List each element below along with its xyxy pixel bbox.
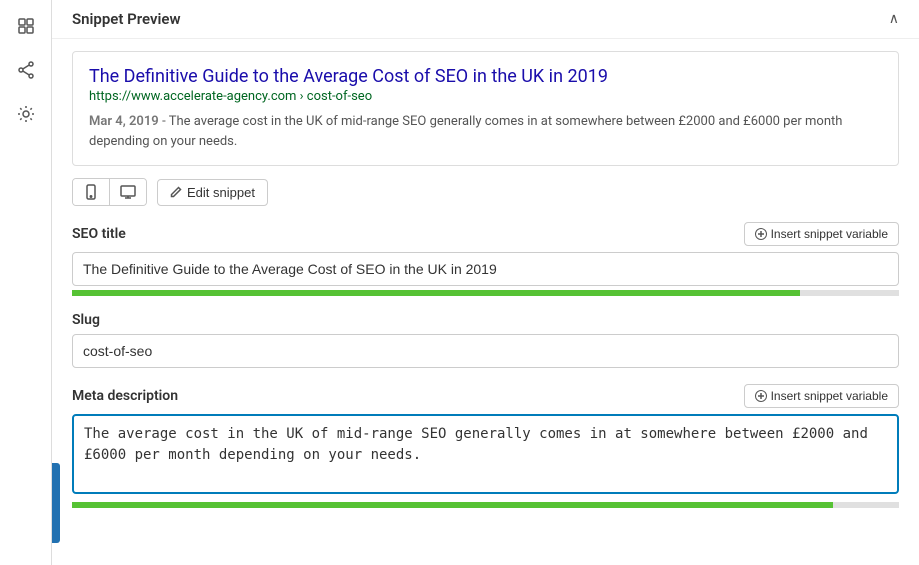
page-title: Snippet Preview — [72, 10, 181, 28]
seo-title-input[interactable] — [72, 252, 899, 286]
sidebar — [0, 0, 52, 565]
meta-active-indicator — [52, 463, 60, 543]
meta-description-label: Meta description — [72, 388, 178, 404]
slug-section: Slug — [52, 312, 919, 384]
preview-date: Mar 4, 2019 — [89, 114, 159, 129]
device-toggle — [72, 178, 147, 206]
seo-title-label: SEO title — [72, 226, 126, 242]
meta-description-input[interactable]: The average cost in the UK of mid-range … — [72, 414, 899, 494]
preview-title[interactable]: The Definitive Guide to the Average Cost… — [89, 66, 882, 87]
snippet-preview-card: The Definitive Guide to the Average Cost… — [72, 51, 899, 166]
edit-snippet-button[interactable]: Edit snippet — [157, 179, 268, 206]
layers-icon[interactable] — [6, 6, 46, 46]
meta-description-progress-fill — [72, 502, 833, 508]
seo-title-header: SEO title Insert snippet variable — [72, 222, 899, 246]
slug-header: Slug — [72, 312, 899, 328]
main-content: Snippet Preview ∧ The Definitive Guide t… — [52, 0, 919, 565]
slug-label: Slug — [72, 312, 100, 328]
seo-title-section: SEO title Insert snippet variable — [52, 222, 919, 312]
seo-title-progress-fill — [72, 290, 800, 296]
action-bar: Edit snippet — [72, 178, 899, 206]
meta-description-progress — [72, 502, 899, 508]
slug-input[interactable] — [72, 334, 899, 368]
mobile-view-button[interactable] — [73, 179, 110, 205]
meta-description-insert-variable-button[interactable]: Insert snippet variable — [744, 384, 899, 408]
seo-title-progress — [72, 290, 899, 296]
share-icon[interactable] — [6, 50, 46, 90]
preview-description: The average cost in the UK of mid-range … — [89, 114, 842, 149]
meta-description-section: Meta description Insert snippet variable… — [52, 384, 919, 524]
desktop-view-button[interactable] — [110, 179, 146, 205]
preview-url: https://www.accelerate-agency.com › cost… — [89, 89, 882, 104]
meta-description-header: Meta description Insert snippet variable — [72, 384, 899, 408]
settings-icon[interactable] — [6, 94, 46, 134]
seo-title-insert-variable-button[interactable]: Insert snippet variable — [744, 222, 899, 246]
collapse-icon[interactable]: ∧ — [889, 11, 899, 27]
top-bar: Snippet Preview ∧ — [52, 0, 919, 39]
